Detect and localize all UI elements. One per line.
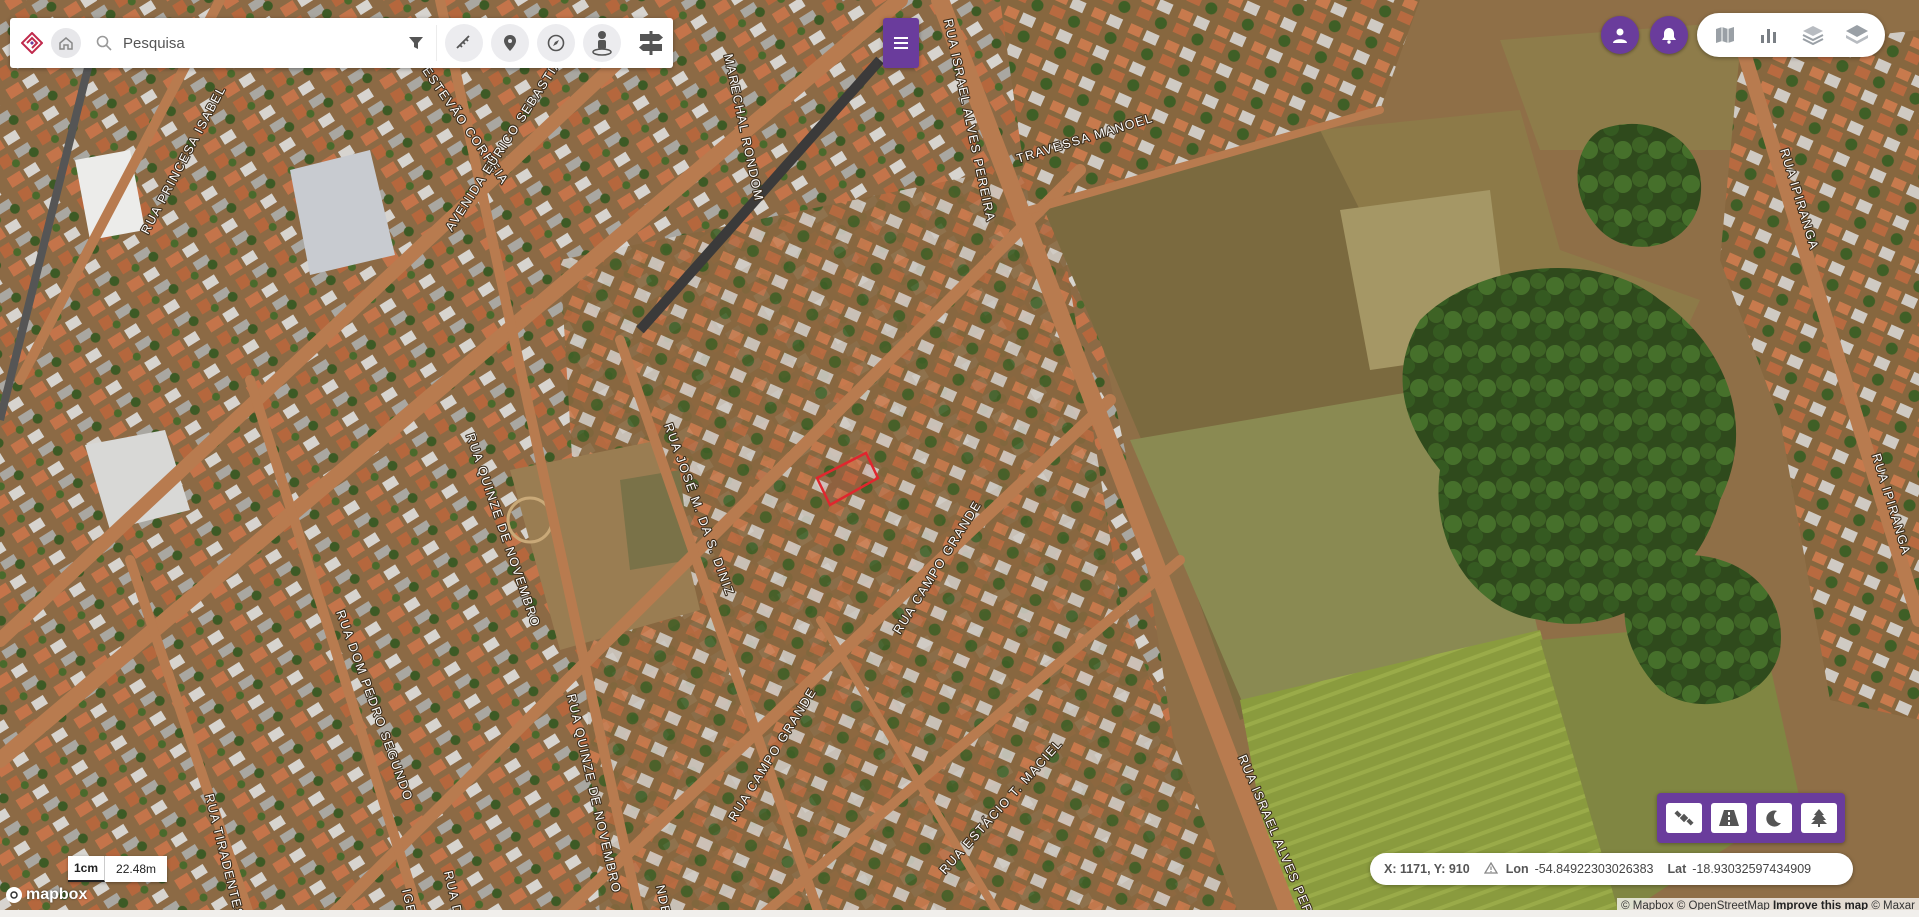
longitude-label: Lon bbox=[1505, 862, 1529, 876]
satellite-map[interactable]: RUA PRINCESA ISABEL RUA ESTEVÃO CORREIA … bbox=[0, 0, 1919, 917]
top-toolbar bbox=[10, 18, 673, 68]
mapbox-logo-icon bbox=[6, 887, 22, 903]
night-icon bbox=[1765, 810, 1781, 827]
map-mode-toolbar bbox=[1657, 793, 1845, 843]
home-button[interactable] bbox=[51, 28, 81, 58]
location-button[interactable] bbox=[491, 24, 529, 62]
map-icon bbox=[1716, 27, 1734, 43]
compass-button[interactable] bbox=[537, 24, 575, 62]
tree-icon bbox=[1810, 809, 1827, 827]
latitude-value: -18.93032597434909 bbox=[1692, 862, 1812, 876]
notification-button[interactable] bbox=[1650, 16, 1688, 54]
app-logo-icon[interactable] bbox=[17, 28, 47, 58]
pixel-coordinates: X: 1171, Y: 910 bbox=[1384, 862, 1470, 876]
search-icon bbox=[96, 35, 112, 51]
satellite-mode-button[interactable] bbox=[1665, 803, 1702, 833]
hamburger-menu-icon bbox=[894, 37, 908, 49]
road-sign-icon bbox=[639, 31, 663, 55]
bell-icon bbox=[1662, 27, 1676, 44]
map-scale: 1cm 22.48m bbox=[68, 856, 168, 882]
person-marker-icon bbox=[592, 31, 612, 56]
directions-button[interactable] bbox=[629, 24, 673, 62]
measure-icon bbox=[456, 35, 470, 49]
mapbox-logo[interactable]: mapbox bbox=[6, 886, 87, 904]
scale-distance: 22.48m bbox=[105, 856, 168, 882]
terrain-mode-button[interactable] bbox=[1800, 803, 1837, 833]
layer-toolbar bbox=[1697, 13, 1885, 57]
mapbox-logo-text: mapbox bbox=[26, 886, 88, 903]
night-mode-button[interactable] bbox=[1755, 803, 1792, 833]
home-icon bbox=[59, 37, 73, 50]
measure-button[interactable] bbox=[445, 24, 483, 62]
chart-icon bbox=[1761, 29, 1776, 43]
road-icon bbox=[1718, 810, 1739, 826]
user-button[interactable] bbox=[1601, 16, 1639, 54]
satellite-icon bbox=[1673, 810, 1694, 826]
scale-unit: 1cm bbox=[68, 856, 106, 882]
stack-icon bbox=[1846, 25, 1868, 44]
compass-icon bbox=[547, 34, 565, 52]
layers-icon bbox=[1802, 26, 1824, 45]
stack-button[interactable] bbox=[1838, 18, 1876, 52]
road-mode-button[interactable] bbox=[1710, 803, 1747, 833]
latitude-label: Lat bbox=[1667, 862, 1687, 876]
map-view-button[interactable] bbox=[1706, 18, 1744, 52]
street-view-button[interactable] bbox=[583, 24, 621, 62]
coordinates-bar: X: 1171, Y: 910 Lon -54.84922303026383 L… bbox=[1370, 853, 1853, 885]
longitude-value: -54.84922303026383 bbox=[1534, 862, 1654, 876]
warning-icon bbox=[1483, 861, 1498, 877]
location-pin-icon bbox=[504, 35, 516, 51]
bottom-strip bbox=[0, 910, 1919, 917]
filter-icon[interactable] bbox=[408, 35, 424, 51]
search-bar bbox=[89, 25, 437, 61]
menu-button[interactable] bbox=[883, 18, 919, 68]
layers-button[interactable] bbox=[1794, 18, 1832, 52]
user-icon bbox=[1613, 28, 1627, 43]
search-input[interactable] bbox=[121, 33, 408, 53]
chart-button[interactable] bbox=[1750, 18, 1788, 52]
